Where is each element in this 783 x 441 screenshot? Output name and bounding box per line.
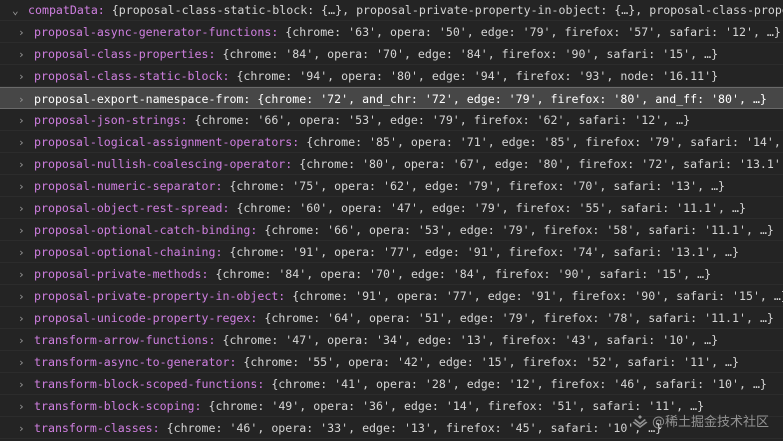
- tree-row[interactable]: › proposal-private-methods: {chrome: '84'…: [0, 263, 783, 285]
- chevron-right-icon[interactable]: ›: [18, 308, 34, 328]
- chevron-right-icon[interactable]: ›: [18, 264, 34, 284]
- property-value: {chrome: '41', opera: '28', edge: '12', …: [271, 377, 767, 391]
- tree-row[interactable]: › transform-arrow-functions: {chrome: '47…: [0, 329, 783, 351]
- watermark: @稀土掘金技术社区: [632, 411, 769, 430]
- tree-row[interactable]: › proposal-optional-catch-binding: {chrom…: [0, 219, 783, 241]
- property-key: proposal-object-rest-spread:: [34, 201, 230, 215]
- juejin-logo-icon: [632, 414, 648, 428]
- tree-row[interactable]: › transform-async-to-generator: {chrome: …: [0, 351, 783, 373]
- chevron-right-icon[interactable]: ›: [18, 89, 34, 108]
- property-key: proposal-json-strings:: [34, 113, 188, 127]
- property-value: {chrome: '91', opera: '77', edge: '91', …: [292, 289, 783, 303]
- property-key: proposal-private-methods:: [34, 267, 209, 281]
- chevron-right-icon[interactable]: ›: [18, 418, 34, 438]
- property-value: {chrome: '85', opera: '71', edge: '85', …: [306, 135, 783, 149]
- property-key: proposal-class-properties:: [34, 47, 216, 61]
- property-value: {chrome: '46', opera: '33', edge: '13', …: [166, 421, 663, 435]
- chevron-right-icon[interactable]: ›: [18, 44, 34, 64]
- chevron-right-icon[interactable]: ›: [18, 352, 34, 372]
- property-key: proposal-logical-assignment-operators:: [34, 135, 300, 149]
- tree-row[interactable]: › proposal-export-namespace-from: {chrome…: [0, 87, 783, 109]
- property-value: {chrome: '94', opera: '80', edge: '94', …: [236, 69, 719, 83]
- property-value: {chrome: '55', opera: '42', edge: '15', …: [243, 355, 739, 369]
- property-value: {chrome: '80', opera: '67', edge: '80', …: [299, 157, 783, 171]
- tree-root-key: compatData:: [28, 3, 105, 17]
- property-value: {chrome: '84', opera: '70', edge: '84', …: [222, 47, 719, 61]
- chevron-right-icon[interactable]: ›: [18, 110, 34, 130]
- chevron-right-icon[interactable]: ›: [18, 132, 34, 152]
- property-value: {chrome: '47', opera: '34', edge: '13', …: [222, 333, 719, 347]
- chevron-right-icon[interactable]: ›: [18, 176, 34, 196]
- object-tree: ⌄ compatData: {proposal-class-static-bloc…: [0, 0, 783, 441]
- tree-children: › proposal-async-generator-functions: {ch…: [0, 21, 783, 439]
- tree-row[interactable]: › proposal-unicode-property-regex: {chrom…: [0, 307, 783, 329]
- tree-row[interactable]: › proposal-object-rest-spread: {chrome: '…: [0, 197, 783, 219]
- property-key: proposal-optional-chaining:: [34, 245, 223, 259]
- chevron-right-icon[interactable]: ›: [18, 154, 34, 174]
- tree-row[interactable]: › proposal-class-properties: {chrome: '84…: [0, 43, 783, 65]
- chevron-right-icon[interactable]: ›: [18, 66, 34, 86]
- chevron-right-icon[interactable]: ›: [18, 396, 34, 416]
- chevron-right-icon[interactable]: ›: [18, 374, 34, 394]
- property-value: {chrome: '66', opera: '53', edge: '79', …: [194, 113, 691, 127]
- chevron-right-icon[interactable]: ›: [18, 220, 34, 240]
- chevron-right-icon[interactable]: ›: [18, 330, 34, 350]
- tree-row[interactable]: › proposal-class-static-block: {chrome: '…: [0, 65, 783, 87]
- chevron-right-icon[interactable]: ›: [18, 242, 34, 262]
- tree-row[interactable]: › proposal-nullish-coalescing-operator: {…: [0, 153, 783, 175]
- tree-row[interactable]: › proposal-optional-chaining: {chrome: '9…: [0, 241, 783, 263]
- chevron-right-icon[interactable]: ›: [18, 286, 34, 306]
- chevron-right-icon[interactable]: ›: [18, 198, 34, 218]
- property-key: proposal-export-namespace-from:: [34, 92, 251, 106]
- property-key: proposal-unicode-property-regex:: [34, 311, 258, 325]
- tree-row[interactable]: › proposal-logical-assignment-operators: …: [0, 131, 783, 153]
- property-value: {chrome: '75', opera: '62', edge: '79', …: [229, 179, 726, 193]
- property-key: proposal-class-static-block:: [34, 69, 230, 83]
- tree-root-row[interactable]: ⌄ compatData: {proposal-class-static-bloc…: [0, 0, 783, 21]
- property-key: proposal-async-generator-functions:: [34, 25, 279, 39]
- property-key: transform-async-to-generator:: [34, 355, 237, 369]
- property-value: {chrome: '72', and_chr: '72', edge: '79'…: [257, 92, 767, 106]
- tree-row[interactable]: › proposal-async-generator-functions: {ch…: [0, 21, 783, 43]
- property-value: {chrome: '63', opera: '50', edge: '79', …: [285, 25, 781, 39]
- property-key: proposal-numeric-separator:: [34, 179, 223, 193]
- tree-row[interactable]: › proposal-numeric-separator: {chrome: '7…: [0, 175, 783, 197]
- property-key: proposal-private-property-in-object:: [34, 289, 286, 303]
- property-value: {chrome: '60', opera: '47', edge: '79', …: [236, 201, 746, 215]
- property-value: {chrome: '91', opera: '77', edge: '91', …: [229, 245, 739, 259]
- property-key: transform-block-scoping:: [34, 399, 202, 413]
- property-key: transform-classes:: [34, 421, 160, 435]
- property-key: proposal-nullish-coalescing-operator:: [34, 157, 293, 171]
- tree-row[interactable]: › transform-block-scoped-functions: {chro…: [0, 373, 783, 395]
- chevron-down-icon[interactable]: ⌄: [12, 0, 28, 20]
- property-value: {chrome: '66', opera: '53', edge: '79', …: [264, 223, 774, 237]
- watermark-text: @稀土掘金技术社区: [651, 415, 769, 430]
- property-key: transform-block-scoped-functions:: [34, 377, 265, 391]
- property-key: proposal-optional-catch-binding:: [34, 223, 258, 237]
- chevron-right-icon[interactable]: ›: [18, 22, 34, 42]
- property-value: {chrome: '84', opera: '70', edge: '84', …: [215, 267, 712, 281]
- property-key: transform-arrow-functions:: [34, 333, 216, 347]
- tree-root-value: {proposal-class-static-block: {…}, propo…: [111, 3, 783, 17]
- tree-row[interactable]: › proposal-json-strings: {chrome: '66', o…: [0, 109, 783, 131]
- tree-row[interactable]: › proposal-private-property-in-object: {c…: [0, 285, 783, 307]
- property-value: {chrome: '49', opera: '36', edge: '14', …: [208, 399, 705, 413]
- property-value: {chrome: '64', opera: '51', edge: '79', …: [264, 311, 774, 325]
